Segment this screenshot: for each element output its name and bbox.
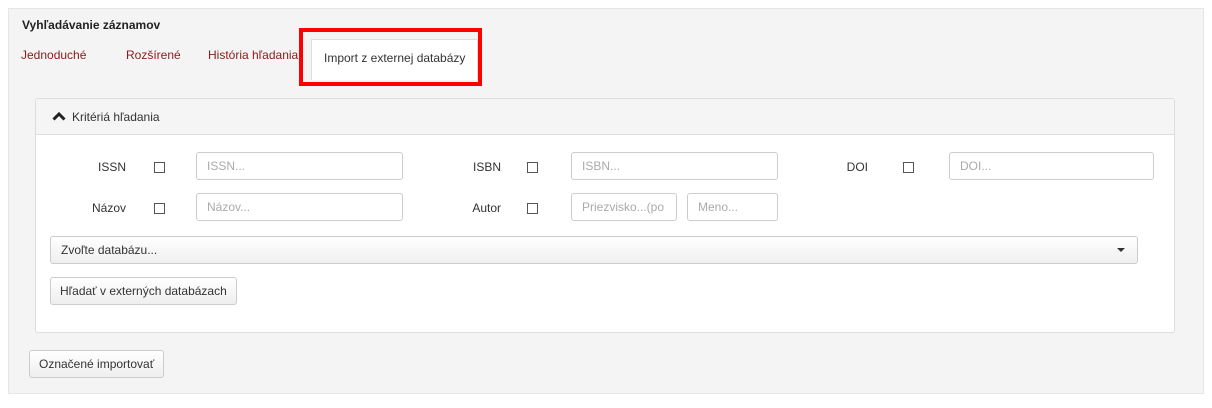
nazov-label: Názov bbox=[91, 201, 126, 215]
database-select-value: Zvoľte databázu... bbox=[61, 243, 158, 257]
tab-import-external[interactable]: Import z externej databázy bbox=[311, 39, 479, 81]
tab-bar: Jednoduché Rozšírené História hľadania I… bbox=[9, 39, 1203, 81]
caret-down-icon bbox=[1117, 248, 1125, 252]
tab-search-history[interactable]: História hľadania bbox=[208, 39, 298, 81]
page-title: Vyhľadávanie záznamov bbox=[22, 18, 161, 32]
isbn-label: ISBN bbox=[472, 160, 501, 174]
criteria-title: Kritériá hľadania bbox=[72, 110, 160, 124]
criteria-panel: Kritériá hľadania ISSN ISBN DOI Názov Au… bbox=[35, 98, 1175, 333]
author-name-input[interactable] bbox=[687, 193, 778, 221]
search-external-button[interactable]: Hľadať v externých databázach bbox=[50, 277, 237, 305]
issn-input[interactable] bbox=[196, 152, 403, 180]
chevron-up-icon bbox=[52, 111, 66, 121]
autor-checkbox[interactable] bbox=[527, 203, 538, 214]
tab-content: Kritériá hľadania ISSN ISBN DOI Názov Au… bbox=[9, 80, 1203, 393]
isbn-input[interactable] bbox=[571, 152, 778, 180]
doi-input[interactable] bbox=[949, 152, 1154, 180]
search-panel: Vyhľadávanie záznamov Jednoduché Rozšíre… bbox=[8, 8, 1204, 394]
doi-label: DOI bbox=[846, 160, 868, 174]
nazov-checkbox[interactable] bbox=[154, 203, 165, 214]
import-selected-button[interactable]: Označené importovať bbox=[29, 350, 165, 378]
issn-checkbox[interactable] bbox=[154, 162, 165, 173]
isbn-checkbox[interactable] bbox=[527, 162, 538, 173]
autor-label: Autor bbox=[472, 201, 501, 215]
criteria-header[interactable]: Kritériá hľadania bbox=[36, 99, 1174, 135]
doi-checkbox[interactable] bbox=[903, 162, 914, 173]
tab-advanced[interactable]: Rozšírené bbox=[126, 39, 181, 81]
author-surname-input[interactable] bbox=[571, 193, 677, 221]
issn-label: ISSN bbox=[97, 160, 126, 174]
tab-simple[interactable]: Jednoduché bbox=[21, 39, 86, 81]
nazov-input[interactable] bbox=[196, 193, 403, 221]
database-select[interactable]: Zvoľte databázu... bbox=[50, 236, 1138, 264]
